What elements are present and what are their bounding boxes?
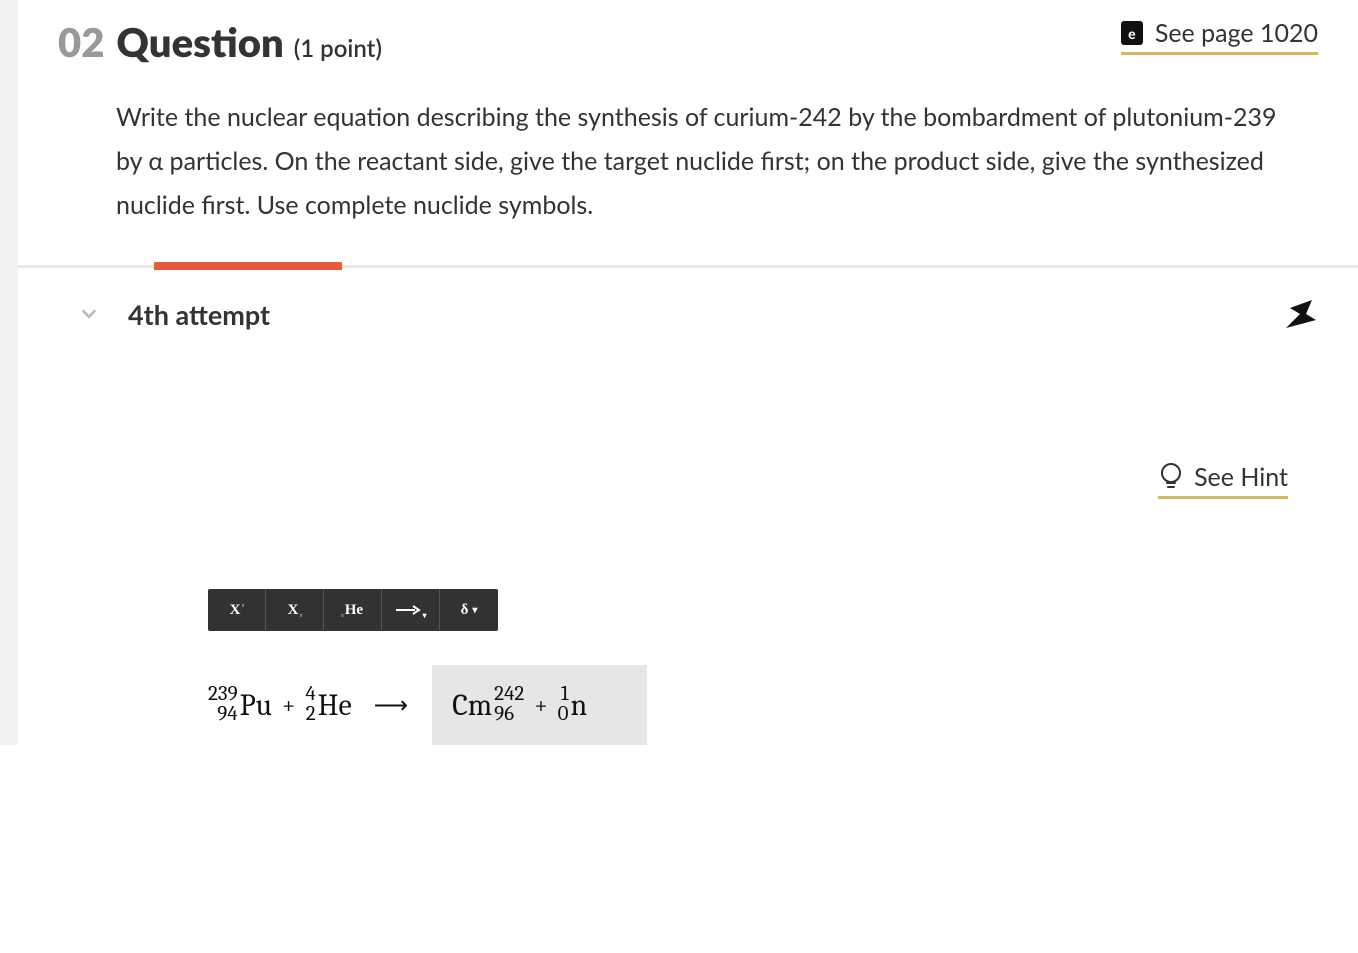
question-header: 02 Question (1 point) e See page 1020 [18, 0, 1358, 76]
tool-sub-mark: ▫ [300, 611, 303, 620]
tool-arrow[interactable]: ▾ [382, 589, 440, 631]
equation-input-row[interactable]: 239 94 Pu + 4 2 He ⟶ Cm 242 96 [208, 665, 1358, 745]
product-1: Cm 242 96 [452, 685, 524, 725]
product1-atomic: 96 [494, 705, 514, 725]
see-page-label: See page 1020 [1155, 18, 1318, 48]
tool-delta-label: δ [461, 602, 469, 619]
reaction-arrow: ⟶ [374, 691, 406, 719]
question-title-group: 02 Question (1 point) [58, 18, 382, 66]
product1-symbol: Cm [452, 688, 492, 723]
see-page-link[interactable]: e See page 1020 [1121, 18, 1318, 55]
tool-he-label: He [345, 602, 363, 619]
plus-1: + [282, 691, 295, 719]
question-points: (1 point) [294, 34, 382, 63]
question-number: 02 [58, 18, 104, 66]
progress-divider [18, 265, 1358, 268]
tool-x-label: X [230, 602, 241, 619]
attempt-label: 4th attempt [128, 298, 270, 331]
attempt-row: 4th attempt [18, 268, 1358, 342]
reactant2-symbol: He [318, 688, 352, 723]
lightbulb-icon [1158, 462, 1184, 492]
reactant2-atomic: 2 [306, 705, 316, 725]
product-2: 1 0 n [558, 685, 588, 725]
reactant-2: 4 2 He [305, 685, 351, 725]
chevron-down-icon[interactable] [78, 303, 100, 325]
reactant1-symbol: Pu [240, 688, 272, 723]
flag-icon[interactable] [1282, 296, 1318, 332]
question-title: Question [116, 18, 283, 66]
tool-subscript[interactable]: X▫ [266, 589, 324, 631]
ebook-icon: e [1121, 21, 1143, 45]
product2-symbol: n [570, 688, 587, 723]
plus-2: + [534, 691, 547, 719]
tool-sup-mark: ▫ [242, 601, 245, 610]
product-input-box[interactable]: Cm 242 96 + 1 0 n [432, 665, 647, 745]
tool-nuclide[interactable]: ▫He [324, 589, 382, 631]
equation-toolbar: X▫ X▫ ▫He ▾ δ▾ [208, 589, 498, 631]
tool-delta[interactable]: δ▾ [440, 589, 498, 631]
reactant1-atomic: 94 [217, 705, 237, 725]
reactant-1: 239 94 Pu [208, 685, 272, 725]
tool-pre-mark: ▫ [341, 611, 344, 620]
product2-atomic: 0 [558, 705, 569, 725]
tool-delta-dropdown: ▾ [472, 605, 477, 616]
see-hint-link[interactable]: See Hint [1158, 462, 1288, 499]
tool-x-label2: X [288, 602, 299, 619]
tool-superscript[interactable]: X▫ [208, 589, 266, 631]
tool-arrow-sub: ▾ [422, 611, 426, 620]
question-prompt: Write the nuclear equation describing th… [18, 76, 1358, 265]
see-hint-label: See Hint [1194, 462, 1288, 492]
equation-editor: X▫ X▫ ▫He ▾ δ▾ 239 94 Pu + [18, 499, 1358, 745]
progress-bar-segment [154, 262, 342, 270]
